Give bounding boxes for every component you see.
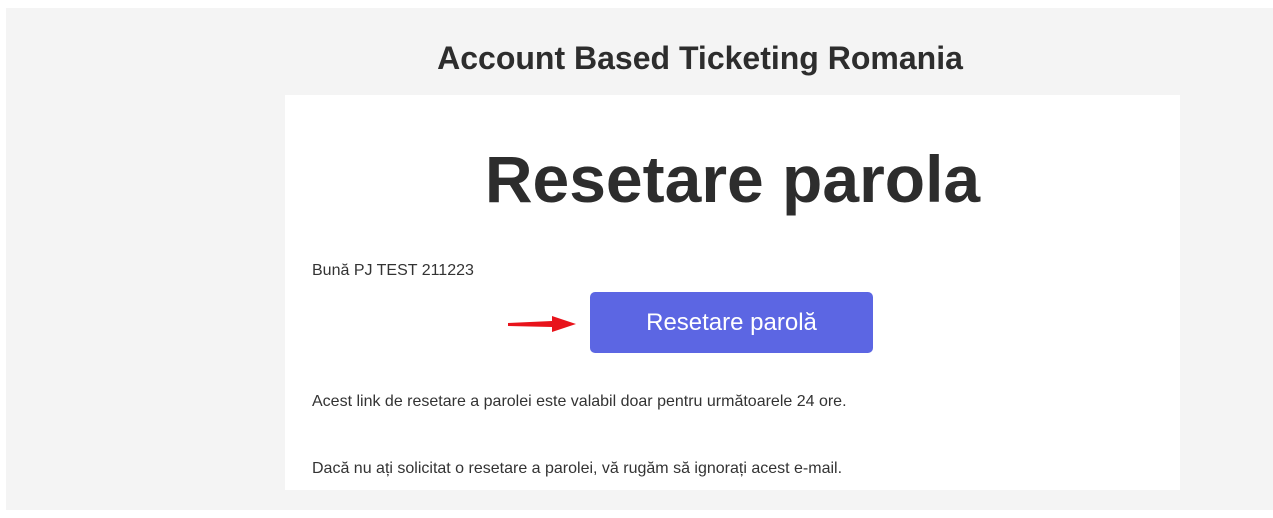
email-card: Resetare parola Bună PJ TEST 211223 Rese… (285, 95, 1180, 490)
brand-header: Account Based Ticketing Romania (437, 40, 963, 76)
page-title: Resetare parola (484, 142, 981, 216)
ignore-notice-text: Dacă nu ați solicitat o resetare a parol… (312, 460, 843, 477)
cta-row: Resetare parolă (285, 292, 1180, 354)
validity-text: Acest link de resetare a parolei este va… (312, 393, 847, 410)
email-wrapper: Account Based Ticketing Romania Resetare… (6, 8, 1273, 510)
greeting-text: Bună PJ TEST 211223 (312, 262, 474, 279)
reset-password-button[interactable]: Resetare parolă (590, 292, 873, 353)
red-arrow-right-icon (508, 316, 576, 332)
